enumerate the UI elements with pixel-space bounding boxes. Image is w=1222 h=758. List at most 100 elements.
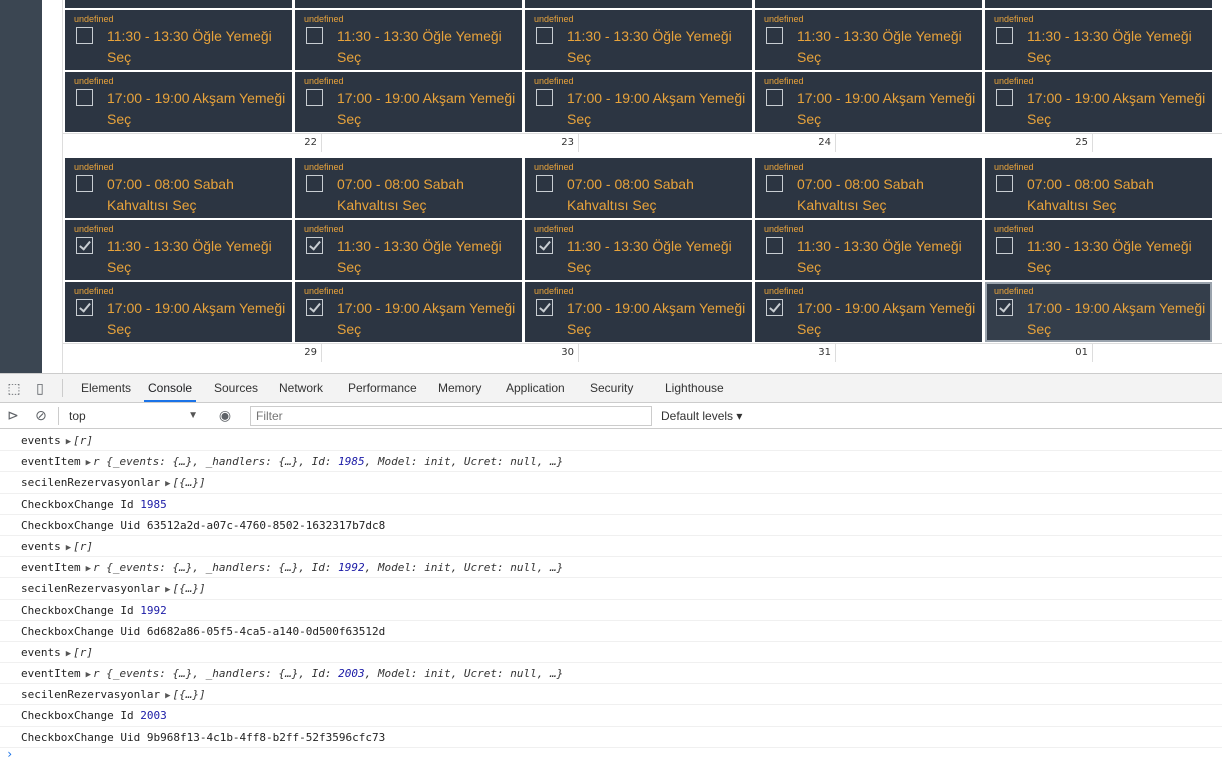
calendar-event[interactable]: undefined 07:00 - 08:00 Sabah Kahvaltısı … [525, 158, 752, 218]
tab-application[interactable]: Application [502, 374, 569, 402]
sidebar-toggle-icon[interactable]: ⊳ [4, 407, 22, 423]
context-select[interactable]: top ▼ [64, 406, 204, 426]
console-prompt[interactable]: › [6, 747, 13, 758]
clear-console-icon[interactable]: ⊘ [32, 407, 50, 423]
expand-triangle-icon[interactable]: ▶ [81, 458, 93, 468]
event-checkbox[interactable] [766, 89, 783, 106]
calendar-event[interactable]: undefined 07:00 - 08:00 Sabah Kahvaltısı … [755, 158, 982, 218]
expand-triangle-icon[interactable]: ▶ [61, 437, 73, 447]
expand-triangle-icon[interactable]: ▶ [61, 649, 73, 659]
event-checkbox[interactable] [996, 299, 1013, 316]
calendar-event[interactable]: undefined 17:00 - 19:00 Akşam Yemeği Seç [525, 72, 752, 132]
calendar-event[interactable]: undefined 17:00 - 19:00 Akşam Yemeği Seç [985, 282, 1212, 342]
day-number[interactable]: 22 [293, 137, 317, 148]
device-toolbar-icon[interactable]: ▯ [31, 380, 49, 396]
event-checkbox[interactable] [996, 89, 1013, 106]
day-number[interactable]: 31 [807, 347, 831, 358]
tab-console[interactable]: Console [144, 374, 197, 402]
day-number[interactable]: 25 [1064, 137, 1088, 148]
event-checkbox[interactable] [306, 175, 323, 192]
console-object[interactable]: [r] [73, 646, 93, 659]
calendar-event[interactable]: undefined 11:30 - 13:30 Öğle Yemeği Seç [525, 220, 752, 280]
calendar-event[interactable]: undefined 11:30 - 13:30 Öğle Yemeği Seç [755, 10, 982, 70]
expand-triangle-icon[interactable]: ▶ [61, 543, 73, 553]
expand-triangle-icon[interactable]: ▶ [81, 670, 93, 680]
eye-icon[interactable]: ◉ [216, 407, 234, 423]
calendar-event[interactable]: undefined 17:00 - 19:00 Akşam Yemeği Seç [65, 282, 292, 342]
tab-memory[interactable]: Memory [434, 374, 485, 402]
expand-triangle-icon[interactable]: ▶ [160, 691, 172, 701]
console-object-part[interactable]: r {_events: {…}, _handlers: {…}, Id: [93, 561, 338, 574]
event-checkbox[interactable] [76, 27, 93, 44]
expand-triangle-icon[interactable]: ▶ [81, 564, 93, 574]
calendar-event[interactable]: undefined 17:00 - 19:00 Akşam Yemeği Seç [295, 72, 522, 132]
tab-elements[interactable]: Elements [77, 374, 135, 402]
console-object[interactable]: [r] [73, 540, 93, 553]
event-checkbox[interactable] [536, 175, 553, 192]
tab-sources[interactable]: Sources [210, 374, 262, 402]
event-checkbox[interactable] [996, 237, 1013, 254]
event-checkbox[interactable] [76, 175, 93, 192]
log-levels-dropdown[interactable]: Default levels ▾ [661, 406, 742, 426]
event-checkbox[interactable] [766, 175, 783, 192]
console-label: eventItem [21, 561, 81, 575]
day-number[interactable]: 29 [293, 347, 317, 358]
tab-performance[interactable]: Performance [344, 374, 421, 402]
calendar-event[interactable]: undefined 17:00 - 19:00 Akşam Yemeği Seç [985, 72, 1212, 132]
calendar-event[interactable]: undefined 11:30 - 13:30 Öğle Yemeği Seç [295, 220, 522, 280]
calendar-event[interactable]: undefined 07:00 - 08:00 Sabah Kahvaltısı … [985, 158, 1212, 218]
event-checkbox[interactable] [996, 27, 1013, 44]
event-checkbox[interactable] [306, 89, 323, 106]
event-checkbox[interactable] [306, 237, 323, 254]
expand-triangle-icon[interactable]: ▶ [160, 585, 172, 595]
calendar-event[interactable]: undefined 17:00 - 19:00 Akşam Yemeği Seç [295, 282, 522, 342]
console-object-part[interactable]: r {_events: {…}, _handlers: {…}, Id: [93, 455, 338, 468]
console-object-part[interactable]: r {_events: {…}, _handlers: {…}, Id: [93, 667, 338, 680]
calendar-event[interactable]: undefined 17:00 - 19:00 Akşam Yemeği Seç [755, 282, 982, 342]
event-checkbox[interactable] [306, 27, 323, 44]
event-checkbox[interactable] [76, 237, 93, 254]
expand-triangle-icon[interactable]: ▶ [160, 479, 172, 489]
console-object[interactable]: [{…}] [173, 688, 206, 701]
calendar-event[interactable]: undefined 17:00 - 19:00 Akşam Yemeği Seç [755, 72, 982, 132]
day-column-divider [835, 134, 836, 152]
console-object[interactable]: [{…}] [173, 582, 206, 595]
day-number[interactable]: 30 [550, 347, 574, 358]
event-checkbox[interactable] [766, 27, 783, 44]
day-number[interactable]: 01 [1064, 347, 1088, 358]
calendar-event[interactable]: undefined 11:30 - 13:30 Öğle Yemeği Seç [65, 220, 292, 280]
tab-lighthouse[interactable]: Lighthouse [661, 374, 728, 402]
event-checkbox[interactable] [536, 237, 553, 254]
event-label: 17:00 - 19:00 Akşam Yemeği Seç [337, 90, 516, 127]
calendar-event[interactable]: undefined 11:30 - 13:30 Öğle Yemeği Seç [755, 220, 982, 280]
day-number[interactable]: 24 [807, 137, 831, 148]
event-checkbox[interactable] [766, 237, 783, 254]
event-checkbox[interactable] [76, 299, 93, 316]
calendar-event[interactable]: undefined 11:30 - 13:30 Öğle Yemeği Seç [525, 10, 752, 70]
event-tag: undefined [534, 224, 574, 234]
calendar-event[interactable]: undefined 11:30 - 13:30 Öğle Yemeği Seç [65, 10, 292, 70]
calendar-event[interactable]: undefined 07:00 - 08:00 Sabah Kahvaltısı … [295, 158, 522, 218]
event-checkbox[interactable] [766, 299, 783, 316]
day-number[interactable]: 23 [550, 137, 574, 148]
tab-security[interactable]: Security [586, 374, 637, 402]
event-checkbox[interactable] [76, 89, 93, 106]
event-checkbox[interactable] [536, 299, 553, 316]
calendar-event[interactable]: undefined 11:30 - 13:30 Öğle Yemeği Seç [985, 10, 1212, 70]
filter-input[interactable]: Filter [250, 406, 652, 426]
console-object[interactable]: [r] [73, 434, 93, 447]
tab-network[interactable]: Network [275, 374, 327, 402]
event-label: 11:30 - 13:30 Öğle Yemeği Seç [1027, 28, 1192, 65]
calendar-event[interactable]: undefined 07:00 - 08:00 Sabah Kahvaltısı … [65, 158, 292, 218]
event-checkbox[interactable] [306, 299, 323, 316]
console-object[interactable]: [{…}] [173, 476, 206, 489]
inspect-icon[interactable]: ⬚ [5, 380, 23, 396]
calendar-event[interactable]: undefined 17:00 - 19:00 Akşam Yemeği Seç [525, 282, 752, 342]
event-checkbox[interactable] [996, 175, 1013, 192]
calendar-event[interactable]: undefined 17:00 - 19:00 Akşam Yemeği Seç [65, 72, 292, 132]
calendar-event[interactable]: undefined 11:30 - 13:30 Öğle Yemeği Seç [985, 220, 1212, 280]
calendar-event[interactable]: undefined 11:30 - 13:30 Öğle Yemeği Seç [295, 10, 522, 70]
event-checkbox[interactable] [536, 89, 553, 106]
console-object-part: , …} [536, 455, 564, 469]
event-checkbox[interactable] [536, 27, 553, 44]
